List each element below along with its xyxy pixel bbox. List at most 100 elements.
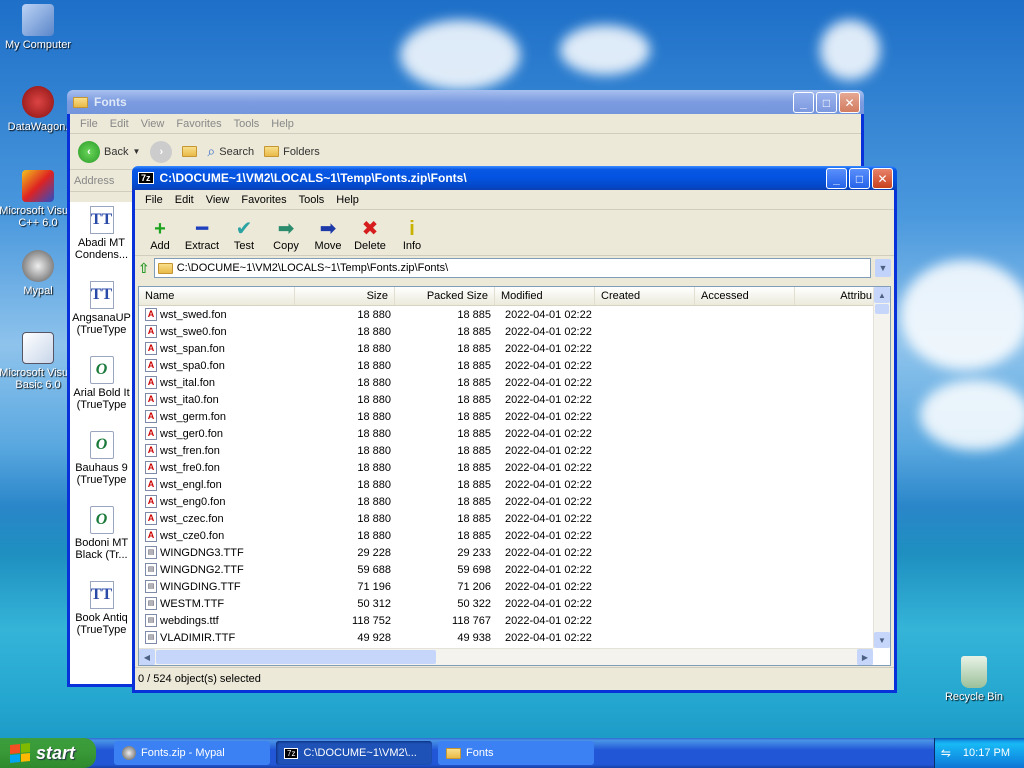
table-row[interactable]: Awst_fren.fon 18 880 18 885 2022-04-01 02:2… <box>139 442 890 459</box>
search-button[interactable]: ⌕ Search <box>207 143 254 160</box>
menu-favorites[interactable]: Favorites <box>170 116 227 132</box>
table-row[interactable]: Awst_ital.fon 18 880 18 885 2022-04-01 02:2… <box>139 374 890 391</box>
font-item[interactable]: TT Book Antiq (TrueType <box>70 577 133 652</box>
desktop-icon-my-computer[interactable]: My Computer <box>0 4 78 51</box>
add-icon: + <box>154 217 166 240</box>
menu-tools[interactable]: Tools <box>228 116 266 132</box>
column-created[interactable]: Created <box>595 287 695 305</box>
taskbar-task[interactable]: Fonts.zip - Mypal <box>114 741 270 765</box>
menu-edit[interactable]: Edit <box>104 116 135 132</box>
table-row[interactable]: Awst_swe0.fon 18 880 18 885 2022-04-01 02:2… <box>139 323 890 340</box>
horizontal-scrollbar[interactable]: ◀ ▶ <box>139 648 873 665</box>
font-item[interactable]: O Bodoni MT Black (Tr... <box>70 502 133 577</box>
font-item[interactable]: TT AngsanaUP (TrueType <box>70 277 133 352</box>
menu-tools[interactable]: Tools <box>293 192 331 208</box>
menu-help[interactable]: Help <box>330 192 365 208</box>
tool-test-button[interactable]: ✔ Test <box>223 211 265 255</box>
table-row[interactable]: Awst_spa0.fon 18 880 18 885 2022-04-01 02:2… <box>139 357 890 374</box>
file-size: 49 928 <box>357 631 391 644</box>
minimize-button[interactable]: _ <box>826 168 847 189</box>
column-size[interactable]: Size <box>295 287 395 305</box>
menu-edit[interactable]: Edit <box>169 192 200 208</box>
file-name: wst_fre0.fon <box>160 461 220 474</box>
up-folder-icon <box>182 146 198 157</box>
tool-add-button[interactable]: + Add <box>139 211 181 255</box>
taskbar-task[interactable]: Fonts <box>438 741 594 765</box>
tool-info-button[interactable]: i Info <box>391 211 433 255</box>
table-row[interactable]: Awst_ger0.fon 18 880 18 885 2022-04-01 02:2… <box>139 425 890 442</box>
tool-extract-button[interactable]: ━ Extract <box>181 211 223 255</box>
back-button[interactable]: ‹ Back ▼ <box>78 140 140 163</box>
column-packed-size[interactable]: Packed Size <box>395 287 495 305</box>
table-row[interactable]: ▤ VLADIMIR.TTF 49 928 49 938 2022-04-01 02:2… <box>139 629 890 646</box>
table-row[interactable]: ▤ WESTM.TTF 50 312 50 322 2022-04-01 02:22 <box>139 595 890 612</box>
clock[interactable]: 10:17 PM <box>963 747 1010 759</box>
file-modified: 2022-04-01 02:22 <box>505 597 592 610</box>
column-name[interactable]: Name <box>139 287 295 305</box>
tool-delete-button[interactable]: ✖ Delete <box>349 211 391 255</box>
file-name: wst_ital.fon <box>160 376 216 389</box>
table-row[interactable]: ▤ WINGDNG2.TTF 59 688 59 698 2022-04-01 02:2… <box>139 561 890 578</box>
close-button[interactable]: ✕ <box>872 168 893 189</box>
tool-move-button[interactable]: ➡ Move <box>307 211 349 255</box>
file-name: wst_engl.fon <box>160 478 222 491</box>
table-row[interactable]: Awst_eng0.fon 18 880 18 885 2022-04-01 02:2… <box>139 493 890 510</box>
7zip-titlebar[interactable]: 7z C:\DOCUME~1\VM2\LOCALS~1\Temp\Fonts.z… <box>132 166 897 190</box>
vertical-scroll-thumb[interactable] <box>875 304 889 314</box>
up-folder-button[interactable] <box>182 146 198 157</box>
menu-file[interactable]: File <box>74 116 104 132</box>
table-row[interactable]: Awst_czec.fon 18 880 18 885 2022-04-01 02:2… <box>139 510 890 527</box>
file-modified: 2022-04-01 02:22 <box>505 512 592 525</box>
table-row[interactable]: Awst_fre0.fon 18 880 18 885 2022-04-01 02:2… <box>139 459 890 476</box>
table-row[interactable]: Awst_ita0.fon 18 880 18 885 2022-04-01 02:2… <box>139 391 890 408</box>
tool-copy-button[interactable]: ➡ Copy <box>265 211 307 255</box>
close-button[interactable]: ✕ <box>839 92 860 113</box>
horizontal-scroll-thumb[interactable] <box>156 650 436 664</box>
system-tray: ⇋ 10:17 PM <box>934 738 1024 768</box>
table-row[interactable]: Awst_span.fon 18 880 18 885 2022-04-01 02:2… <box>139 340 890 357</box>
menu-file[interactable]: File <box>139 192 169 208</box>
fonts-titlebar[interactable]: Fonts _ □ ✕ <box>67 90 864 114</box>
table-row[interactable]: ▤ WINGDNG3.TTF 29 228 29 233 2022-04-01 02:2… <box>139 544 890 561</box>
mypal-icon <box>122 746 136 760</box>
table-row[interactable]: Awst_cze0.fon 18 880 18 885 2022-04-01 02:2… <box>139 527 890 544</box>
desktop-icon-recycle-bin[interactable]: Recycle Bin <box>934 656 1014 703</box>
menu-view[interactable]: View <box>135 116 171 132</box>
menu-view[interactable]: View <box>200 192 236 208</box>
truetype-font-icon: TT <box>89 281 114 309</box>
table-row[interactable]: Awst_engl.fon 18 880 18 885 2022-04-01 02:2… <box>139 476 890 493</box>
column-modified[interactable]: Modified <box>495 287 595 305</box>
column-attributes[interactable]: Attribu <box>795 287 879 305</box>
menu-help[interactable]: Help <box>265 116 300 132</box>
scroll-up-button[interactable]: ▲ <box>874 287 890 303</box>
network-icon[interactable]: ⇋ <box>941 746 951 760</box>
file-list[interactable]: Name Size Packed Size Modified Created A… <box>138 286 891 666</box>
table-row[interactable]: ▤ WINGDING.TTF 71 196 71 206 2022-04-01 02:2… <box>139 578 890 595</box>
scroll-down-button[interactable]: ▼ <box>874 632 890 648</box>
address-field[interactable]: C:\DOCUME~1\VM2\LOCALS~1\Temp\Fonts.zip\… <box>153 258 871 278</box>
file-size: 18 880 <box>357 444 391 457</box>
font-file-icon: A <box>145 444 157 457</box>
font-item[interactable]: O Arial Bold It (TrueType <box>70 352 133 427</box>
scroll-left-button[interactable]: ◀ <box>139 649 155 665</box>
7zip-window[interactable]: 7z C:\DOCUME~1\VM2\LOCALS~1\Temp\Fonts.z… <box>132 166 897 693</box>
table-row[interactable]: ▤ webdings.ttf 118 752 118 767 2022-04-01 02… <box>139 612 890 629</box>
font-item[interactable]: TT Abadi MT Condens... <box>70 202 133 277</box>
forward-button[interactable]: › <box>150 140 173 163</box>
address-dropdown-button[interactable]: ▼ <box>875 259 891 277</box>
maximize-button[interactable]: □ <box>849 168 870 189</box>
maximize-button[interactable]: □ <box>816 92 837 113</box>
file-size: 18 880 <box>357 461 391 474</box>
folders-button[interactable]: Folders <box>264 146 320 158</box>
menu-favorites[interactable]: Favorites <box>235 192 292 208</box>
vertical-scrollbar[interactable]: ▲ ▼ <box>873 287 890 648</box>
font-item[interactable]: O Bauhaus 9 (TrueType <box>70 427 133 502</box>
scroll-right-button[interactable]: ▶ <box>857 649 873 665</box>
taskbar-task[interactable]: 7z C:\DOCUME~1\VM2\... <box>276 741 432 765</box>
up-folder-icon[interactable]: ⇧ <box>138 260 150 277</box>
column-accessed[interactable]: Accessed <box>695 287 795 305</box>
table-row[interactable]: Awst_swed.fon 18 880 18 885 2022-04-01 02:2… <box>139 306 890 323</box>
table-row[interactable]: Awst_germ.fon 18 880 18 885 2022-04-01 02:2… <box>139 408 890 425</box>
minimize-button[interactable]: _ <box>793 92 814 113</box>
start-button[interactable]: start <box>0 738 96 768</box>
